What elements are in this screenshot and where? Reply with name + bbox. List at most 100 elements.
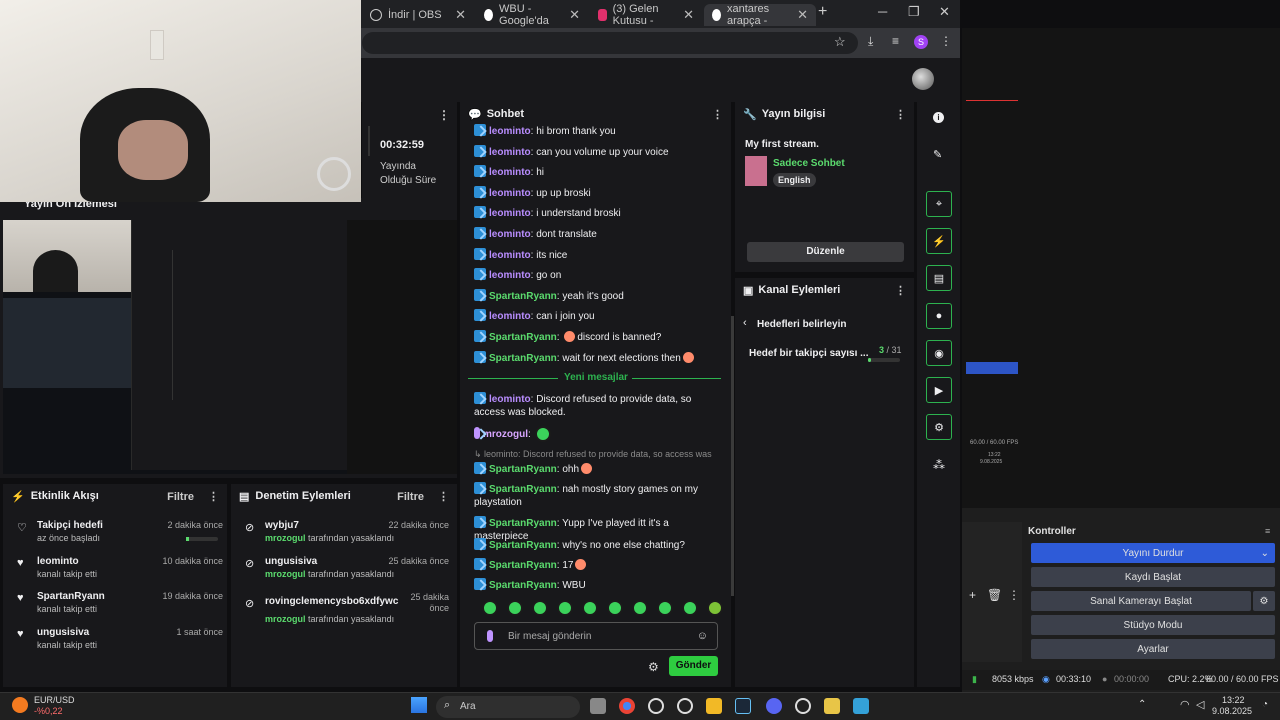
wrench-icon[interactable]: ⚙ [926, 414, 952, 440]
menu-icon[interactable]: ⋮ [940, 34, 952, 48]
chat-input[interactable]: Bir mesaj gönderin ☺ [474, 622, 718, 650]
url-field[interactable] [362, 32, 858, 54]
moderator-name[interactable]: mrozogul [265, 614, 306, 624]
menu-icon[interactable]: ⋮ [895, 108, 906, 121]
pencil-icon[interactable]: ✎ [933, 148, 942, 161]
chrome-icon[interactable] [619, 698, 635, 714]
chat-username[interactable]: mrozogul [483, 429, 528, 440]
add-icon[interactable]: + [969, 588, 976, 602]
category-link[interactable]: Sadece Sohbet [773, 158, 845, 169]
chat-username[interactable]: SpartanRyann [489, 560, 557, 571]
emoji-picker-icon[interactable]: ☺ [697, 630, 708, 642]
chat-username[interactable]: leominto [489, 229, 531, 240]
filter-label[interactable]: Filtre [167, 491, 194, 503]
chevron-up-icon[interactable]: ⌃ [1138, 699, 1146, 710]
chevron-left-icon[interactable]: ‹ [743, 317, 747, 329]
edit-button[interactable]: Düzenle [747, 242, 904, 262]
menu-icon[interactable]: ⋮ [712, 108, 723, 121]
mod-filter[interactable]: Filtre ⋮ [397, 490, 449, 503]
activity-name[interactable]: leominto [37, 556, 79, 567]
chat-username[interactable]: leominto [489, 311, 531, 322]
goal-link[interactable]: Hedefleri belirleyin [757, 319, 846, 330]
more-icon[interactable]: ⋮ [1008, 588, 1020, 602]
mod-target[interactable]: wybju7 [265, 520, 299, 531]
lightning-icon[interactable]: ⚡ [926, 228, 952, 254]
clock-time[interactable]: 13:22 [1222, 695, 1245, 705]
tab-google-active[interactable]: xantares arapça - ✕ [704, 3, 816, 27]
filter-label[interactable]: Filtre [397, 491, 424, 503]
profile-avatar[interactable]: S [914, 35, 928, 49]
activity-name[interactable]: ungusisiva [37, 627, 89, 638]
gear-icon[interactable]: ⚙ [1253, 591, 1275, 611]
chat-username[interactable]: leominto [489, 126, 531, 137]
chat-username[interactable]: leominto [489, 147, 531, 158]
video-icon[interactable]: ▶ [926, 377, 952, 403]
emote-icon[interactable] [532, 600, 548, 616]
openai-icon[interactable] [648, 698, 664, 714]
close-icon[interactable]: ✕ [683, 7, 694, 23]
chat-username[interactable]: SpartanRyann [489, 484, 557, 495]
maximize-button[interactable]: ❐ [908, 4, 920, 20]
emote-icon[interactable] [657, 600, 673, 616]
document-icon[interactable]: ▤ [926, 265, 952, 291]
moderator-name[interactable]: mrozogul [265, 533, 306, 543]
emote-icon[interactable] [607, 600, 623, 616]
wifi-icon[interactable]: ◠ [1180, 698, 1190, 711]
clip-icon[interactable]: ⌖ [926, 191, 952, 217]
chevron-down-icon[interactable]: ⌄ [1261, 548, 1269, 559]
scrollbar[interactable] [731, 316, 734, 596]
stop-stream-button[interactable]: Yayını Durdur ⌄ [1031, 543, 1275, 563]
emote-icon[interactable] [582, 600, 598, 616]
emote-icon[interactable] [632, 600, 648, 616]
chat-username[interactable]: leominto [489, 188, 531, 199]
star-icon[interactable]: ☆ [834, 34, 846, 50]
app-icon[interactable] [824, 698, 840, 714]
openai-icon[interactable] [677, 698, 693, 714]
tab-obs[interactable]: İndir | OBS ✕ [362, 4, 474, 26]
gear-icon[interactable]: ⚙ [648, 660, 659, 674]
windows-start-icon[interactable] [411, 697, 427, 713]
broadcast-icon[interactable]: ◉ [926, 340, 952, 366]
activity-filter[interactable]: Filtre ⋮ [167, 490, 219, 503]
task-view-icon[interactable] [590, 698, 606, 714]
notification-icon[interactable]: ◔ [1262, 699, 1268, 710]
send-button[interactable]: Gönder [669, 656, 718, 676]
obs-selected-row[interactable] [966, 362, 1018, 374]
chat-bubble-icon[interactable]: ● [926, 303, 952, 329]
tab-google[interactable]: WBU - Google'da ✕ [476, 3, 588, 27]
panel-menu-icon[interactable]: ≡ [1265, 526, 1270, 536]
app-icon[interactable] [853, 698, 869, 714]
more-dots-icon[interactable]: ⁂ [933, 458, 945, 472]
emote-icon[interactable] [482, 600, 498, 616]
chat-username[interactable]: SpartanRyann [489, 291, 557, 302]
emote-icon[interactable] [707, 600, 723, 616]
emote-icon[interactable] [682, 600, 698, 616]
chat-username[interactable]: SpartanRyann [489, 518, 557, 529]
language-tag[interactable]: English [773, 173, 816, 187]
chat-username[interactable]: leominto [489, 250, 531, 261]
chat-username[interactable]: leominto [489, 208, 531, 219]
menu-icon[interactable]: ⋮ [438, 108, 450, 122]
studio-mode-button[interactable]: Stüdyo Modu [1031, 615, 1275, 635]
chat-username[interactable]: leominto [489, 394, 531, 405]
taskbar-search[interactable]: ⌕ Ara [436, 696, 580, 718]
close-window-button[interactable]: ✕ [939, 4, 950, 20]
moderator-name[interactable]: mrozogul [265, 569, 306, 579]
close-icon[interactable]: ✕ [797, 7, 808, 23]
volume-icon[interactable]: ◁ [1196, 698, 1204, 711]
clock-date[interactable]: 9.08.2025 [1212, 706, 1252, 716]
folder-icon[interactable] [706, 698, 722, 714]
settings-button[interactable]: Ayarlar [1031, 639, 1275, 659]
discord-icon[interactable] [766, 698, 782, 714]
close-icon[interactable]: ✕ [455, 7, 466, 23]
emote-icon[interactable] [557, 600, 573, 616]
chat-username[interactable]: SpartanRyann [489, 353, 557, 364]
minimize-button[interactable]: ─ [878, 4, 887, 19]
close-icon[interactable]: ✕ [569, 7, 580, 23]
start-virtual-camera-button[interactable]: Sanal Kamerayı Başlat [1031, 591, 1251, 611]
mod-target[interactable]: rovingclemencysbo6xdfywc [265, 596, 398, 607]
steam-icon[interactable] [735, 698, 751, 714]
emote-icon[interactable] [507, 600, 523, 616]
chat-username[interactable]: SpartanRyann [489, 332, 557, 343]
user-avatar[interactable] [912, 68, 934, 90]
